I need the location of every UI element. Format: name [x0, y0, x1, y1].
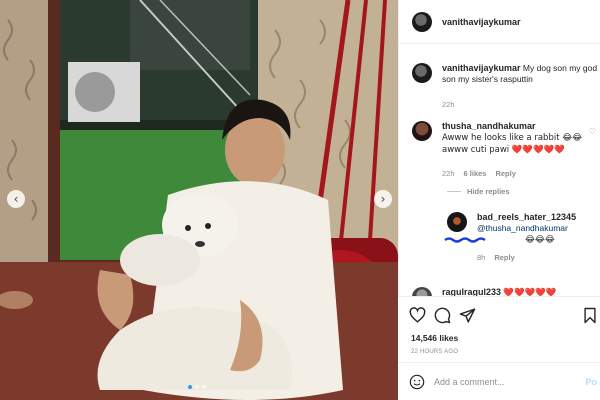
add-comment-bar: Po	[398, 362, 600, 400]
comment-item: thusha_nandhakumar Awww he looks like a …	[412, 121, 600, 179]
likes-count[interactable]: 14,546 likes	[411, 333, 458, 343]
photo-illustration	[0, 0, 398, 400]
chevron-left-icon[interactable]: ‹	[7, 190, 25, 208]
comment-username[interactable]: thusha_nandhakumar	[442, 121, 536, 131]
post-photo[interactable]: ‹ ›	[0, 0, 398, 400]
post-header: vanithavijaykumar	[399, 0, 600, 44]
author-avatar[interactable]	[412, 11, 432, 32]
caption: vanithavijaykumar My dog son my god son …	[412, 63, 600, 110]
bookmark-icon[interactable]	[583, 307, 597, 324]
reply-age: 8h	[477, 253, 486, 262]
hide-replies-label: Hide replies	[467, 187, 510, 196]
reply-username[interactable]: bad_reels_hater_12345	[477, 212, 576, 222]
carousel-dots	[188, 385, 206, 389]
carousel-dot[interactable]	[195, 385, 199, 389]
comment-icon[interactable]	[434, 307, 451, 324]
post-comment-button[interactable]: Po	[585, 377, 597, 387]
author-username[interactable]: vanithavijaykumar	[442, 17, 521, 27]
share-icon[interactable]	[459, 307, 476, 324]
reply-mention[interactable]: @thusha_nandhakumar	[477, 223, 568, 233]
commenter-avatar[interactable]	[412, 121, 432, 141]
comment-text: Awww he looks like a rabbit 😂😂 awww cuti…	[442, 133, 583, 155]
scribble-mark	[444, 237, 486, 243]
comment-age: 22h	[442, 169, 455, 178]
carousel-dot[interactable]	[202, 385, 206, 389]
reply-emojis: 😂😂😂	[525, 235, 555, 245]
hide-replies-button[interactable]: Hide replies	[447, 187, 510, 196]
heart-icon[interactable]	[409, 307, 426, 324]
comment-input[interactable]	[434, 376, 584, 387]
reply-button[interactable]: Reply	[494, 252, 514, 263]
heart-icon[interactable]: ♡	[589, 127, 596, 136]
carousel-dot[interactable]	[188, 385, 192, 389]
caption-username[interactable]: vanithavijaykumar	[442, 63, 521, 73]
comment-likes[interactable]: 6 likes	[464, 168, 487, 179]
emoji-icon[interactable]	[409, 374, 425, 390]
post-actions: 14,546 likes 22 HOURS AGO	[398, 296, 600, 362]
post-timestamp: 22 HOURS AGO	[411, 349, 459, 355]
author-avatar[interactable]	[412, 63, 432, 83]
caption-age: 22h	[442, 100, 455, 109]
reply-button[interactable]: Reply	[495, 168, 515, 179]
replier-avatar[interactable]	[447, 212, 467, 232]
divider	[447, 191, 461, 192]
chevron-right-icon[interactable]: ›	[374, 190, 392, 208]
